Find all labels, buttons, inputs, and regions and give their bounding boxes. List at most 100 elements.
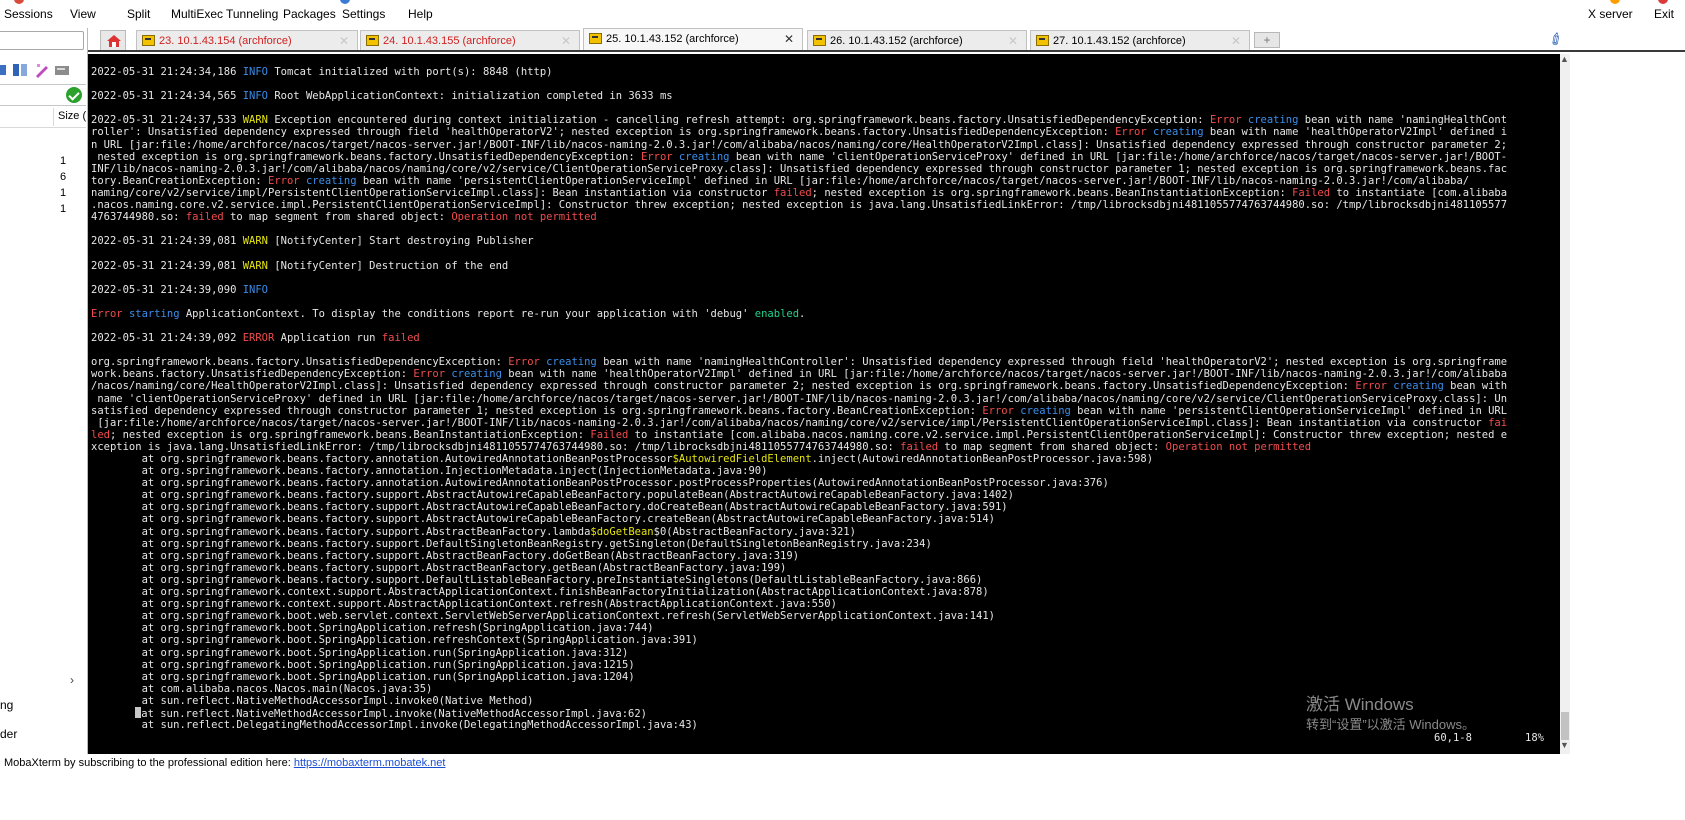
tab-label: 27. 10.1.43.152 (archforce) (1053, 35, 1186, 47)
terminal-line: Error starting ApplicationContext. To di… (91, 308, 1557, 320)
terminal-line: at org.springframework.boot.SpringApplic… (91, 647, 1557, 659)
terminal-line: at org.springframework.boot.SpringApplic… (91, 671, 1557, 683)
exit-icon (1658, 0, 1668, 4)
terminal-text: $0(AbstractBeanFactory.java:321) (653, 525, 856, 538)
home-icon (107, 35, 121, 47)
promo-link[interactable]: https://mobaxterm.mobatek.net (294, 757, 446, 769)
file-browser-sidebar: Size ( 1 6 1 1 › ng der (0, 28, 88, 808)
scrollbar-thumb[interactable] (1561, 712, 1569, 740)
terminal-text: at org.springframework.boot.SpringApplic… (91, 646, 629, 659)
drive-icon[interactable] (54, 62, 70, 78)
menu-sessions[interactable]: Sessions (4, 7, 53, 21)
terminal-text: Operation not permitted (451, 211, 597, 224)
menu-packages[interactable]: Packages (283, 7, 336, 21)
menu-bar: Sessions View Split MultiExec Tunneling … (0, 0, 1685, 28)
close-icon[interactable]: ✕ (784, 32, 794, 46)
session-tab-24[interactable]: 24. 10.1.43.155 (archforce) ✕ (360, 30, 580, 50)
key-icon (142, 35, 155, 46)
home-tab[interactable] (100, 30, 126, 50)
terminal-line: .nacos.naming.core.v2.service.impl.Persi… (91, 199, 1557, 211)
close-icon[interactable]: ✕ (1231, 34, 1241, 48)
terminal-text: at sun.reflect.NativeMethodAccessorImpl.… (141, 707, 647, 720)
terminal-text: Application run (274, 332, 382, 345)
terminal-text: Exception encountered during context ini… (268, 114, 1210, 127)
terminal-text: org.springframework.beans.factory.Unsati… (91, 356, 509, 369)
attachment-icon[interactable]: ✐ (1545, 28, 1568, 52)
terminal-text: Error (508, 356, 540, 369)
terminal-line: 2022-05-31 21:24:34,565 INFO Root WebApp… (91, 90, 1557, 102)
file-size: 1 (60, 203, 67, 215)
path-input[interactable] (0, 31, 84, 50)
session-tab-27[interactable]: 27. 10.1.43.152 (archforce) ✕ (1030, 30, 1250, 50)
terminal-text: $AutowiredFieldElement (672, 453, 812, 465)
terminal-text: Error (413, 368, 446, 381)
close-icon[interactable]: ✕ (339, 34, 349, 48)
close-icon[interactable]: ✕ (561, 34, 571, 48)
tab-label: 25. 10.1.43.152 (archforce) (606, 33, 739, 45)
terminal-text: at sun.reflect.NativeMethodAccessorImpl.… (91, 694, 534, 707)
new-tab-button[interactable]: + (1254, 32, 1280, 48)
menu-settings[interactable]: Settings (342, 7, 385, 21)
terminal-text: at org.springframework.beans.factory.sup… (91, 525, 591, 538)
terminal-text: INFO (242, 283, 269, 296)
terminal-text: nested exception is org.springframework.… (91, 150, 641, 163)
terminal-text: xception is java.lang.UnsatisfiedLinkErr… (91, 440, 901, 453)
terminal-line: roller': Unsatisfied dependency expresse… (91, 126, 1557, 138)
menu-help[interactable]: Help (408, 7, 433, 21)
terminal-text: Root WebApplicationContext: initializati… (268, 90, 673, 103)
terminal-text: 4763744980.so: (91, 211, 186, 224)
terminal-text: at org.springframework.beans.factory.sup… (91, 489, 1014, 502)
terminal-text: Error (1115, 126, 1147, 139)
file-size: 6 (60, 171, 67, 183)
sidebar-item[interactable]: der (0, 727, 17, 741)
close-icon[interactable]: ✕ (1008, 34, 1018, 48)
session-tab-23[interactable]: 23. 10.1.43.154 (archforce) ✕ (136, 30, 358, 50)
terminal-text: n URL [jar:file:/home/archforce/nacos/ta… (91, 138, 1508, 151)
terminal-line: nested exception is org.springframework.… (91, 151, 1557, 163)
promo-message: MobaXterm by subscribing to the professi… (4, 757, 294, 769)
sidebar-status (0, 84, 86, 106)
file-size: 1 (60, 155, 67, 167)
chevron-right-icon[interactable]: › (70, 673, 74, 687)
terminal-text: ; nested exception is org.springframewor… (109, 428, 591, 441)
terminal-line: satisfied dependency expressed through c… (91, 405, 1557, 417)
terminal-line: at org.springframework.boot.SpringApplic… (91, 622, 1557, 634)
menu-multiexec[interactable]: MultiExec (171, 7, 223, 21)
terminal-line: [jar:file:/home/archforce/nacos/target/n… (91, 417, 1557, 429)
terminal-text: Tomcat initialized with port(s): 8848 (h… (268, 66, 553, 78)
session-tab-25[interactable]: 25. 10.1.43.152 (archforce) ✕ (583, 28, 803, 50)
terminal-text: creating (1020, 404, 1071, 417)
xserver-icon (1610, 0, 1620, 4)
key-icon (366, 35, 379, 46)
menu-split[interactable]: Split (127, 7, 150, 21)
menu-view[interactable]: View (70, 7, 96, 21)
terminal-text: at org.springframework.context.support.A… (91, 598, 837, 611)
terminal-text: .inject(AutowiredAnnotationBeanPostProce… (811, 453, 1154, 465)
sidebar-item[interactable]: ng (0, 698, 13, 712)
menu-exit[interactable]: Exit (1654, 7, 1674, 21)
terminal-text: at org.springframework.beans.factory.ann… (91, 453, 673, 465)
terminal-output[interactable]: 2022-05-31 21:24:34,186 INFO Tomcat init… (88, 54, 1560, 754)
menu-tunneling[interactable]: Tunneling (226, 7, 278, 21)
session-tab-26[interactable]: 26. 10.1.43.152 (archforce) ✕ (807, 30, 1027, 50)
terminal-text: 2022-05-31 21:24:37,533 (91, 114, 243, 127)
menu-xserver[interactable]: X server (1588, 7, 1633, 21)
terminal-scrollbar[interactable]: ▲ ▼ (1560, 54, 1570, 754)
chevron-down-icon[interactable]: ▼ (1560, 740, 1569, 750)
key-icon (813, 35, 826, 46)
chevron-up-icon[interactable]: ▲ (1560, 54, 1569, 64)
terminal-line: at org.springframework.beans.factory.sup… (91, 513, 1557, 525)
edit-icon[interactable] (34, 62, 50, 78)
terminal-text: INFO (242, 90, 269, 103)
terminal-text: at org.springframework.beans.factory.sup… (91, 501, 1008, 514)
terminal-line: at org.springframework.context.support.A… (91, 586, 1557, 598)
size-column-header[interactable]: Size ( (58, 110, 86, 122)
terminal-line: 2022-05-31 21:24:34,186 INFO Tomcat init… (91, 66, 1557, 78)
terminal-text: INF/lib/nacos-naming-2.0.3.jar!/com/alib… (91, 162, 1508, 175)
terminal-line: 2022-05-31 21:24:39,090 INFO (91, 284, 1557, 296)
terminal-text: ; nested exception is org.springframewor… (811, 186, 1293, 199)
columns-icon[interactable] (12, 62, 28, 78)
column-divider[interactable] (53, 108, 54, 126)
terminal-line: org.springframework.beans.factory.Unsati… (91, 356, 1557, 368)
